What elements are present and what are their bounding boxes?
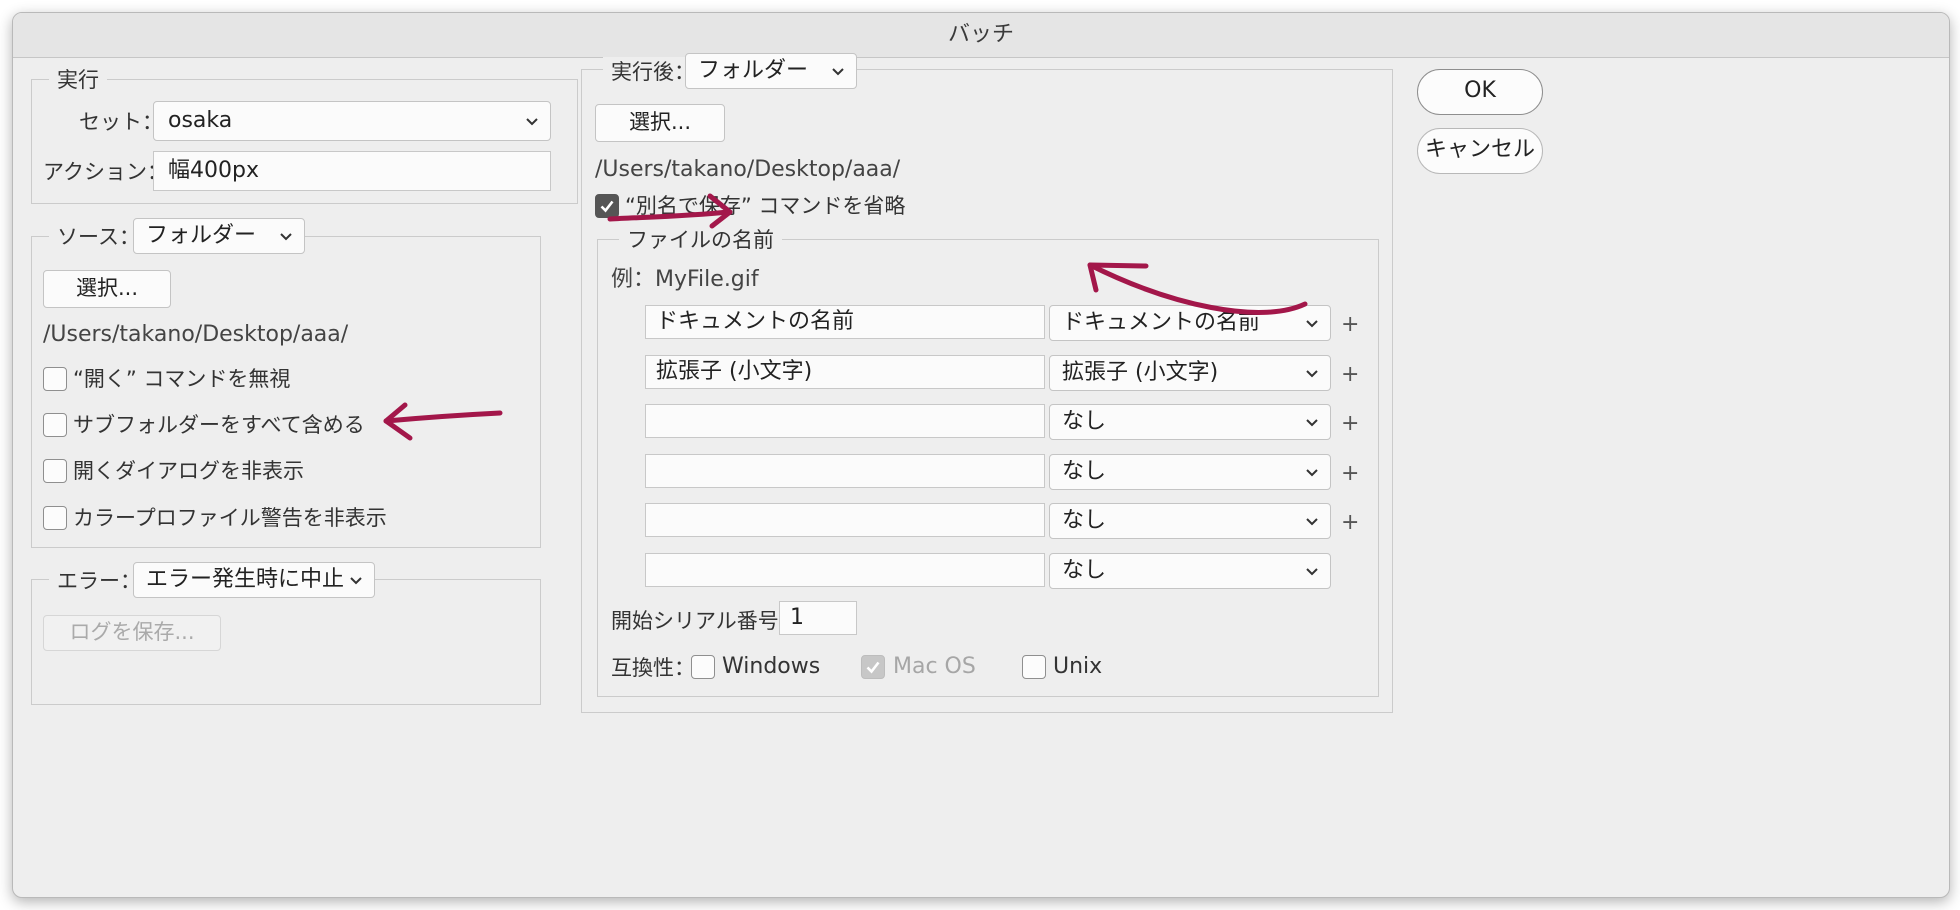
arrow-to-override-checkbox (1087, 262, 1308, 315)
arrow-to-source-path (383, 410, 503, 424)
annotation-arrows (383, 193, 1308, 441)
arrow-to-destination-path (607, 209, 731, 222)
